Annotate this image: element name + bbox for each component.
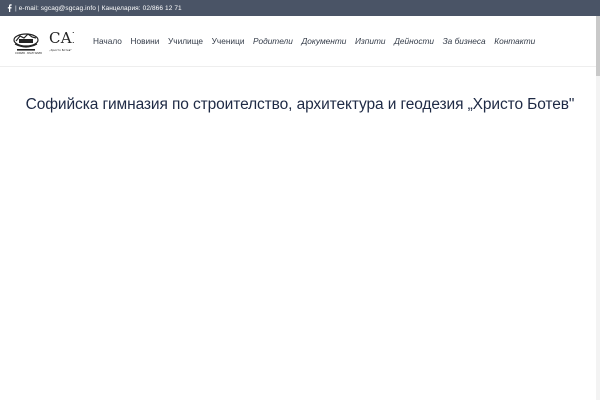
nav-item-documents[interactable]: Документи — [301, 36, 346, 46]
nav-item-contacts[interactable]: Контакти — [494, 36, 535, 46]
svg-text:„Христо Ботев": „Христо Ботев" — [49, 48, 72, 52]
nav-item-exams[interactable]: Изпити — [355, 36, 386, 46]
scrollbar-thumb[interactable] — [596, 16, 600, 76]
nav-item-school[interactable]: Училище — [168, 36, 203, 46]
contact-info: e-mail: sgcag@sgcag.info | Канцелария: 0… — [18, 4, 182, 12]
nav-item-activities[interactable]: Дейности — [394, 36, 434, 46]
nav-item-parents[interactable]: Родители — [253, 36, 293, 46]
nav-item-home[interactable]: Начало — [93, 36, 122, 46]
main-navigation: Начало Новини Училище Ученици Родители Д… — [93, 16, 544, 66]
site-header: САГ СОФИЯ · БЪЛГАРИЯ „Христо Ботев" Нача… — [0, 16, 600, 67]
topbar-separator: | — [15, 4, 17, 12]
nav-item-news[interactable]: Новини — [131, 36, 160, 46]
page-scrollbar[interactable] — [596, 16, 600, 400]
school-logo[interactable]: САГ СОФИЯ · БЪЛГАРИЯ „Христо Ботев" — [12, 26, 82, 56]
nav-item-business[interactable]: За бизнеса — [443, 36, 486, 46]
logo-text: САГ — [49, 29, 74, 47]
nav-item-students[interactable]: Ученици — [212, 36, 245, 46]
logo-emblem-icon — [13, 33, 39, 51]
page-title: Софийска гимназия по строителство, архит… — [25, 96, 575, 113]
svg-text:СОФИЯ · БЪЛГАРИЯ: СОФИЯ · БЪЛГАРИЯ — [15, 51, 42, 55]
top-bar: | e-mail: sgcag@sgcag.info | Канцелария:… — [0, 0, 600, 16]
facebook-icon[interactable] — [5, 0, 14, 16]
